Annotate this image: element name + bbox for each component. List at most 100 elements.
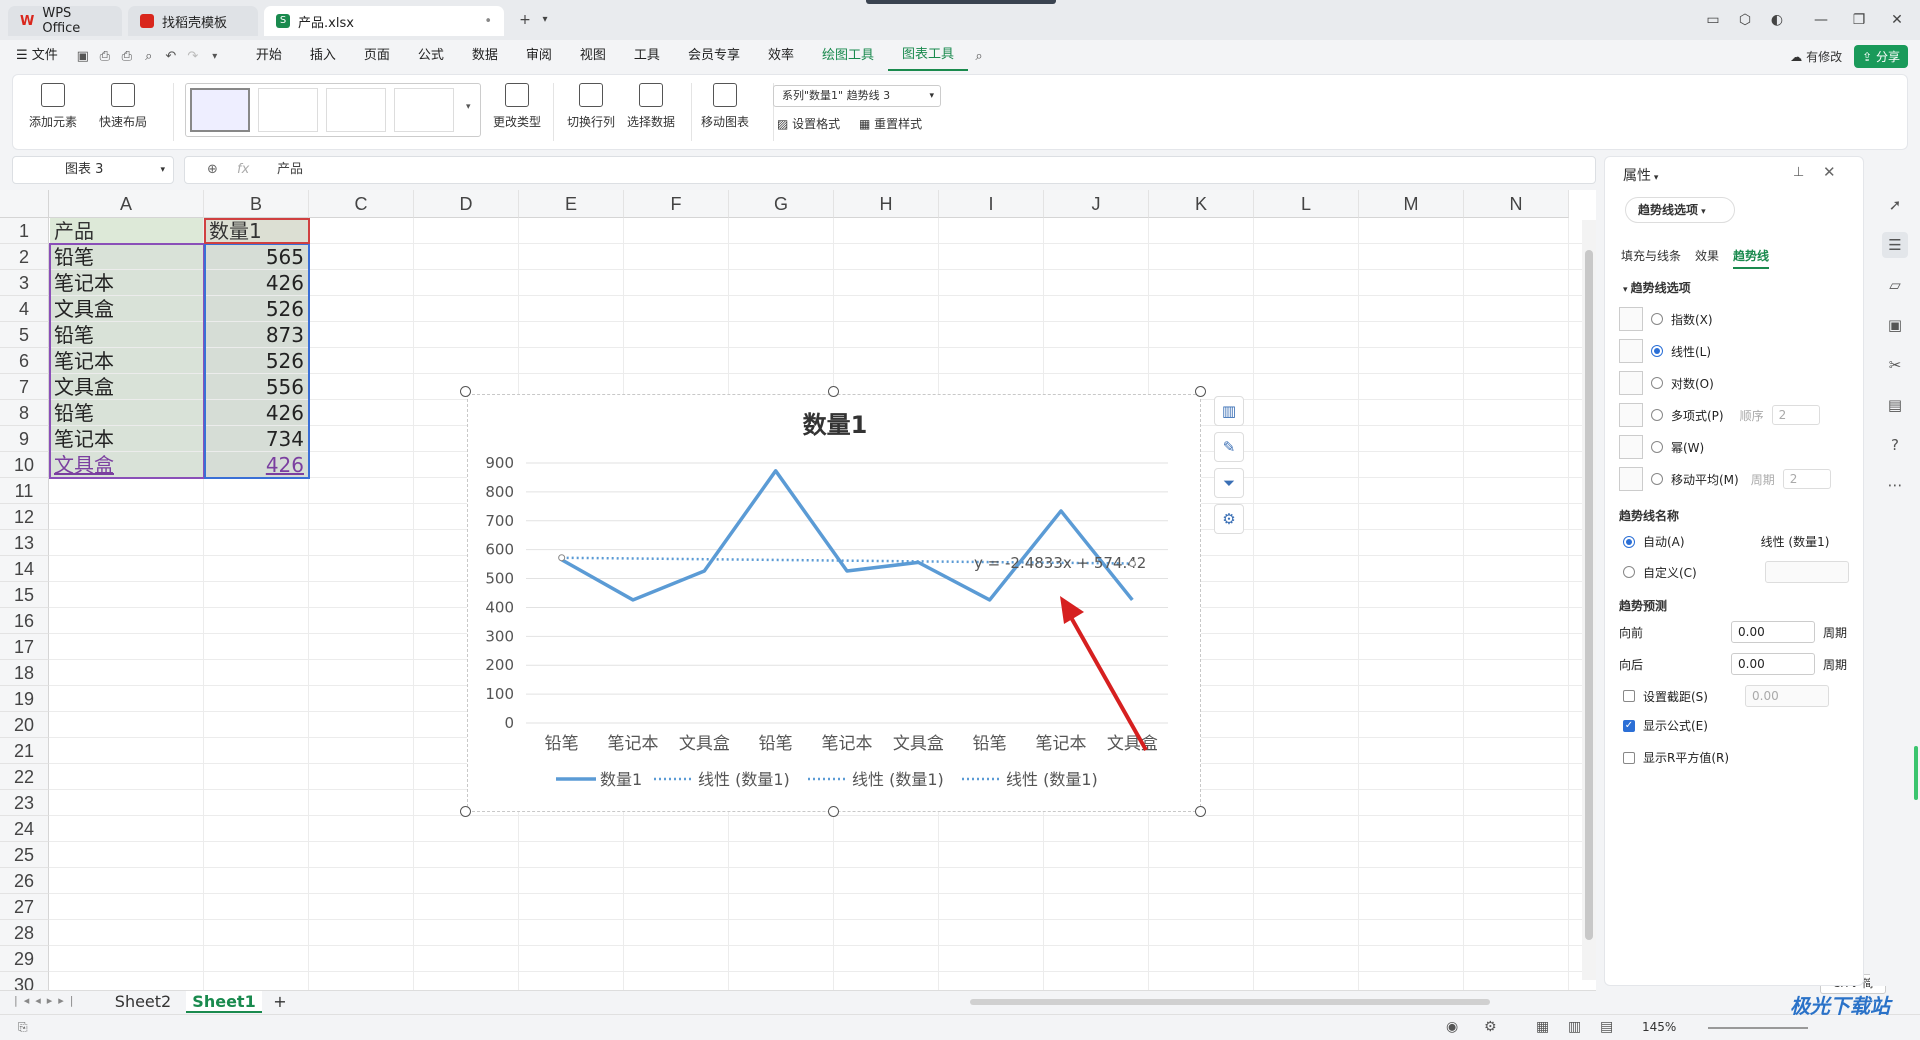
set-format-button[interactable]: ▨ 设置格式 — [777, 115, 840, 132]
show-formula[interactable]: ✓ 显示公式(E) — [1623, 717, 1708, 734]
series-select-dropdown[interactable]: 系列"数量1" 趋势线 3 ▾ — [773, 85, 941, 107]
cell-quantity[interactable]: 526 — [205, 348, 309, 374]
row-header[interactable]: 11 — [0, 478, 49, 504]
row-header[interactable]: 24 — [0, 816, 49, 842]
row-header[interactable]: 15 — [0, 582, 49, 608]
move-chart-button[interactable]: 移动图表 — [701, 83, 749, 130]
cube-icon[interactable]: ⬡ — [1732, 8, 1758, 32]
cell-product[interactable]: 笔记本 — [50, 270, 204, 296]
resize-handle[interactable] — [828, 806, 839, 817]
sheet-nav-arrows[interactable]: |◂◂▸▸| — [14, 994, 80, 1007]
column-header-b[interactable]: B — [204, 190, 309, 218]
file-menu[interactable]: ☰ 文件 — [0, 40, 72, 72]
column-header-l[interactable]: L — [1254, 190, 1359, 218]
search-icon[interactable]: ⌕ — [968, 49, 990, 64]
chart-style-1[interactable] — [190, 88, 250, 132]
chart-style-brush-icon[interactable]: ✎ — [1214, 432, 1244, 462]
minimize-icon[interactable]: — — [1808, 8, 1834, 32]
menu-insert[interactable]: 插入 — [296, 40, 350, 72]
horizontal-scrollbar[interactable] — [970, 999, 1490, 1005]
custom-name-input[interactable] — [1764, 561, 1849, 583]
period-stepper[interactable]: 2 — [1782, 469, 1831, 489]
radio-polynomial[interactable] — [1651, 409, 1663, 421]
row-header[interactable]: 17 — [0, 634, 49, 660]
menu-efficiency[interactable]: 效率 — [754, 40, 808, 72]
column-header-n[interactable]: N — [1464, 190, 1569, 218]
menu-drawing-tools[interactable]: 绘图工具 — [808, 40, 888, 72]
checkbox-intercept[interactable] — [1623, 690, 1635, 702]
name-box[interactable]: 图表 3 ▾ — [12, 156, 174, 184]
cell-product[interactable]: 笔记本 — [50, 348, 204, 374]
type-log[interactable]: 对数(O) — [1619, 371, 1714, 395]
cell-product[interactable]: 铅笔 — [50, 244, 204, 270]
row-header[interactable]: 4 — [0, 296, 49, 322]
settings-icon[interactable]: ⚙ — [1484, 1019, 1497, 1035]
row-header[interactable]: 18 — [0, 660, 49, 686]
row-header[interactable]: 5 — [0, 322, 49, 348]
image-icon[interactable]: ▣ — [1882, 312, 1908, 338]
book-icon[interactable]: ▤ — [1882, 392, 1908, 418]
quick-layout-button[interactable]: 快速布局 — [99, 83, 147, 130]
close-window-icon[interactable]: ✕ — [1884, 8, 1910, 32]
checkbox-show-r2[interactable] — [1623, 751, 1635, 764]
print-icon[interactable]: ⎙ — [116, 49, 138, 64]
tab-effect[interactable]: 效果 — [1695, 247, 1719, 264]
column-header-d[interactable]: D — [414, 190, 519, 218]
tab-list-chevron-icon[interactable]: ▾ — [532, 8, 558, 32]
cell-quantity[interactable]: 426 — [205, 452, 309, 478]
type-linear[interactable]: 线性(L) — [1619, 339, 1711, 363]
zoom-level[interactable]: 145% — [1642, 1020, 1676, 1034]
column-header-g[interactable]: G — [729, 190, 834, 218]
row-header[interactable]: 8 — [0, 400, 49, 426]
switch-row-col-button[interactable]: 切换行列 — [567, 83, 615, 130]
cell-quantity[interactable]: 873 — [205, 322, 309, 348]
type-power[interactable]: 幂(W) — [1619, 435, 1704, 459]
add-element-button[interactable]: 添加元素 — [29, 83, 77, 130]
menu-member[interactable]: 会员专享 — [674, 40, 754, 72]
more-chevron-icon[interactable]: ▾ — [204, 51, 226, 62]
menu-data[interactable]: 数据 — [458, 40, 512, 72]
show-r-squared[interactable]: 显示R平方值(R) — [1623, 749, 1729, 766]
row-header[interactable]: 2 — [0, 244, 49, 270]
help-icon[interactable]: ? — [1882, 432, 1908, 458]
formula-input[interactable]: ⊕ fx 产品 — [184, 156, 1596, 184]
chart-style-4[interactable] — [394, 88, 454, 132]
normal-view-icon[interactable]: ▦ — [1536, 1019, 1549, 1035]
row-header[interactable]: 29 — [0, 946, 49, 972]
chart-elements-icon[interactable]: ▥ — [1214, 396, 1244, 426]
column-header-m[interactable]: M — [1359, 190, 1464, 218]
comment-icon[interactable]: ▱ — [1882, 272, 1908, 298]
row-header[interactable]: 19 — [0, 686, 49, 712]
export-icon[interactable]: ⎙ — [94, 49, 116, 64]
row-header[interactable]: 25 — [0, 842, 49, 868]
has-changes-button[interactable]: ☁ 有修改 — [1790, 48, 1842, 65]
row-header[interactable]: 9 — [0, 426, 49, 452]
cell-product[interactable]: 文具盒 — [50, 374, 204, 400]
backward-input[interactable]: 0.00 — [1731, 653, 1815, 675]
row-header[interactable]: 12 — [0, 504, 49, 530]
radio-exponential[interactable] — [1651, 313, 1663, 325]
type-moving-average[interactable]: 移动平均(M) 周期 2 — [1619, 467, 1831, 491]
page-layout-icon[interactable]: ▥ — [1568, 1019, 1581, 1035]
column-header-a[interactable]: A — [49, 190, 204, 218]
row-header[interactable]: 13 — [0, 530, 49, 556]
chart-style-3[interactable] — [326, 88, 386, 132]
save-icon[interactable]: ▣ — [72, 49, 94, 64]
column-header-h[interactable]: H — [834, 190, 939, 218]
properties-icon[interactable]: ☰ — [1882, 232, 1908, 258]
column-header-c[interactable]: C — [309, 190, 414, 218]
chart-style-gallery[interactable]: ▾ — [185, 83, 481, 137]
radio-power[interactable] — [1651, 441, 1663, 453]
more-icon[interactable]: ⋯ — [1882, 472, 1908, 498]
row-header[interactable]: 1 — [0, 218, 49, 244]
type-exponential[interactable]: 指数(X) — [1619, 307, 1713, 331]
row-header[interactable]: 6 — [0, 348, 49, 374]
column-header-j[interactable]: J — [1044, 190, 1149, 218]
menu-page[interactable]: 页面 — [350, 40, 404, 72]
resize-handle[interactable] — [828, 386, 839, 397]
chart-filter-icon[interactable]: ⏷ — [1214, 468, 1244, 498]
column-header-f[interactable]: F — [624, 190, 729, 218]
resize-handle[interactable] — [460, 806, 471, 817]
select-data-button[interactable]: 选择数据 — [627, 83, 675, 130]
resize-handle[interactable] — [1195, 806, 1206, 817]
